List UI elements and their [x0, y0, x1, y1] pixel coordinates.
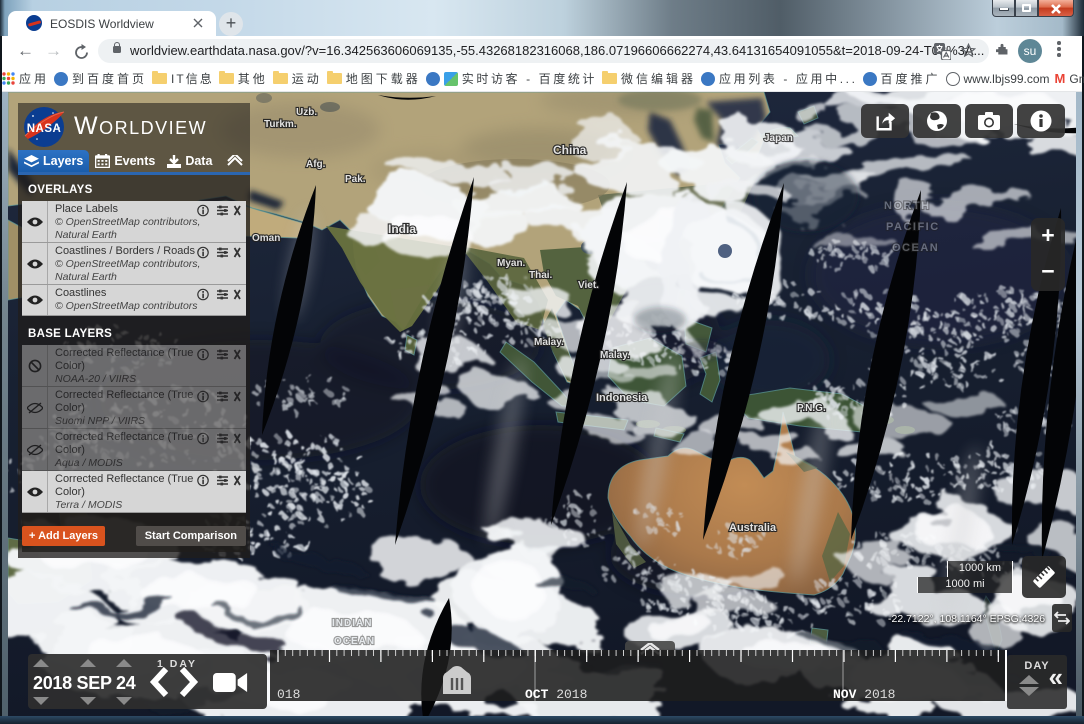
svg-text:INDIAN: INDIAN — [332, 618, 372, 629]
svg-text:Malay.: Malay. — [600, 350, 630, 361]
svg-text:Viet.: Viet. — [578, 280, 599, 291]
svg-text:Japan: Japan — [764, 133, 793, 144]
svg-text:NORTH: NORTH — [884, 200, 931, 212]
svg-text:Uzb.: Uzb. — [296, 107, 317, 118]
svg-text:Malay.: Malay. — [534, 337, 564, 348]
svg-text:P.N.G.: P.N.G. — [797, 403, 826, 414]
svg-text:Indonesia: Indonesia — [596, 392, 648, 404]
svg-text:Pak.: Pak. — [345, 174, 366, 185]
svg-text:Turkm.: Turkm. — [264, 119, 297, 130]
svg-text:China: China — [553, 143, 587, 157]
svg-text:OCEAN: OCEAN — [892, 242, 939, 254]
svg-text:Australia: Australia — [729, 522, 777, 534]
svg-text:Afg.: Afg. — [306, 159, 326, 170]
svg-text:PACIFIC: PACIFIC — [886, 221, 940, 233]
svg-text:Oman: Oman — [252, 233, 280, 244]
svg-text:OCEAN: OCEAN — [334, 636, 375, 647]
svg-text:Myan.: Myan. — [497, 258, 526, 269]
svg-text:India: India — [388, 222, 416, 236]
svg-text:Thai.: Thai. — [529, 270, 553, 281]
svg-text:NASA: NASA — [27, 123, 62, 135]
